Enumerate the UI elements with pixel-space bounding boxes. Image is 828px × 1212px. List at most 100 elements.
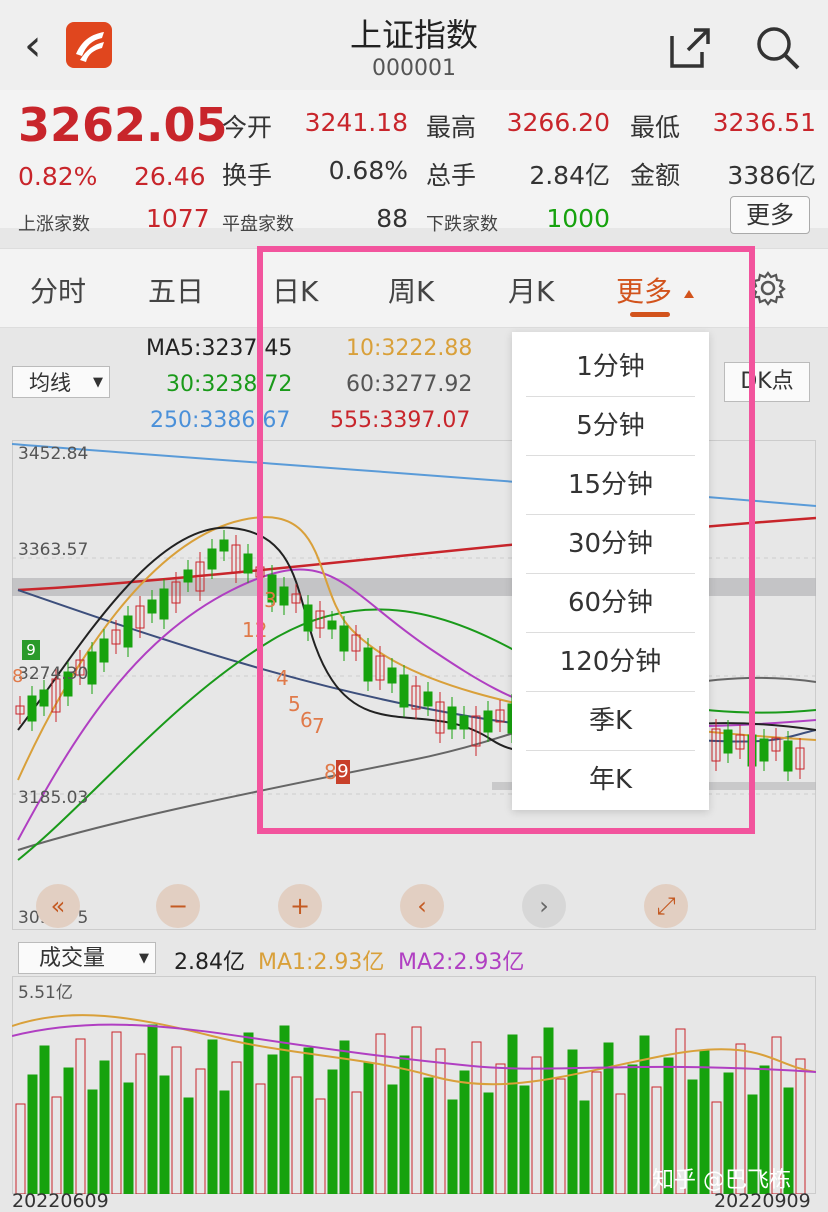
- volume-value: 2.84亿: [529, 161, 610, 190]
- volume-bar: [195, 1068, 206, 1194]
- watermark: 知乎 @巴飞栋: [652, 1168, 791, 1193]
- y-axis-label-top: 3452.84: [18, 444, 89, 464]
- candle-body: [219, 539, 229, 552]
- fullscreen-icon[interactable]: ⤢: [644, 884, 688, 928]
- volume-bar: [471, 1041, 482, 1194]
- volume-bar: [291, 1076, 302, 1194]
- change-value: 26.46: [134, 162, 206, 191]
- candle-body: [27, 695, 37, 722]
- volume-bar: [135, 1053, 146, 1194]
- high-label: 最高: [426, 113, 477, 142]
- ma-select[interactable]: 均线 ▼: [12, 366, 110, 398]
- zoom-out-icon[interactable]: −: [156, 884, 200, 928]
- volume-bar: [267, 1054, 278, 1194]
- volume-bar: [111, 1031, 122, 1194]
- volume-bar: [579, 1100, 590, 1194]
- signal-badge-green: 9: [22, 640, 40, 660]
- high-value: 3266.20: [506, 108, 610, 137]
- volume-bar: [627, 1064, 638, 1194]
- volume-bar: [51, 1096, 62, 1194]
- flat-count: 88: [376, 204, 408, 233]
- volume-bar: [243, 1032, 254, 1194]
- indicator-select-label: 成交量: [39, 946, 106, 971]
- candle-body: [99, 638, 109, 663]
- volume-bar: [15, 1103, 26, 1194]
- volume-bar: [87, 1089, 98, 1194]
- volume-bar: [375, 1033, 386, 1194]
- dropdown-arrow-icon: ▼: [93, 375, 103, 390]
- flat-count-label: 平盘家数: [222, 214, 294, 235]
- volume-bar: [219, 1090, 230, 1194]
- fast-backward-icon[interactable]: «: [36, 884, 80, 928]
- volume-ma1: MA1:2.93亿: [258, 950, 385, 975]
- candle-body: [39, 689, 49, 707]
- settings-gear-icon[interactable]: [750, 270, 786, 310]
- signal-badge-orange: 8: [12, 666, 24, 687]
- turnover-value: 0.68%: [328, 156, 408, 185]
- volume-bar: [363, 1062, 374, 1194]
- open-value: 3241.18: [304, 108, 408, 137]
- volume-bar: [315, 1098, 326, 1194]
- scroll-right-icon[interactable]: ›: [522, 884, 566, 928]
- candle-body: [183, 569, 193, 583]
- down-count: 1000: [546, 204, 610, 233]
- candle-body: [783, 740, 793, 772]
- zoom-in-icon[interactable]: +: [278, 884, 322, 928]
- candle-body: [87, 651, 97, 685]
- volume-bar: [75, 1038, 86, 1194]
- candle-body: [123, 615, 133, 648]
- volume-bar: [387, 1084, 398, 1194]
- y-axis-label-2: 3363.57: [18, 540, 89, 560]
- volume-current: 2.84亿: [174, 950, 245, 975]
- volume-bar: [423, 1077, 434, 1194]
- amount-value: 3386亿: [727, 161, 816, 190]
- volume-bar: [519, 1085, 530, 1194]
- candle-body: [159, 588, 169, 620]
- volume-bar: [255, 1083, 266, 1194]
- search-icon[interactable]: [754, 24, 802, 76]
- volume-bar: [435, 1048, 446, 1194]
- up-count-label: 上涨家数: [18, 214, 90, 235]
- dropdown-arrow-icon: ▼: [139, 951, 149, 966]
- volume-bar: [795, 1058, 806, 1194]
- volume-bar: [183, 1097, 194, 1194]
- volume-label: 总手: [426, 161, 477, 190]
- volume-bar: [339, 1040, 350, 1194]
- y-axis-label-4: 3185.03: [18, 788, 89, 808]
- low-value: 3236.51: [712, 108, 816, 137]
- more-button[interactable]: 更多: [730, 196, 810, 234]
- current-price: 3262.05: [18, 98, 228, 152]
- candle-body: [243, 553, 253, 574]
- volume-bar: [303, 1047, 314, 1194]
- volume-bar: [531, 1056, 542, 1194]
- volume-bar: [591, 1071, 602, 1194]
- volume-bar: [543, 1027, 554, 1194]
- volume-ma2-line: [12, 1023, 816, 1073]
- share-icon[interactable]: [668, 26, 712, 74]
- indicator-select[interactable]: 成交量 ▼: [18, 942, 156, 974]
- up-count: 1077: [146, 204, 210, 233]
- volume-bar: [39, 1045, 50, 1194]
- low-label: 最低: [630, 113, 681, 142]
- volume-bar: [483, 1092, 494, 1194]
- y-axis-label-3: 3274.30: [18, 664, 89, 684]
- volume-max-label: 5.51亿: [18, 983, 73, 1003]
- tab-five-day[interactable]: 五日: [148, 270, 204, 310]
- volume-bar: [63, 1067, 74, 1194]
- volume-bar: [171, 1046, 182, 1194]
- tab-intraday[interactable]: 分时: [30, 270, 86, 310]
- volume-bar: [459, 1070, 470, 1194]
- scroll-left-icon[interactable]: ‹: [400, 884, 444, 928]
- volume-bar: [507, 1034, 518, 1194]
- candle-body: [147, 599, 157, 614]
- volume-bar: [123, 1082, 134, 1194]
- change-percent: 0.82%: [18, 162, 98, 191]
- volume-bar: [399, 1055, 410, 1194]
- volume-bar: [615, 1093, 626, 1194]
- volume-bar: [555, 1078, 566, 1194]
- volume-bar: [447, 1099, 458, 1194]
- open-label: 今开: [222, 113, 273, 142]
- amount-label: 金额: [630, 161, 681, 190]
- volume-bar: [327, 1069, 338, 1194]
- turnover-label: 换手: [222, 161, 273, 190]
